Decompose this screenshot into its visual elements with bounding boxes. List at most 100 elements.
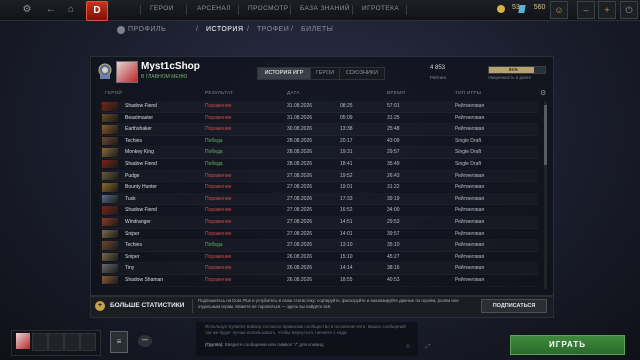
match-time: 13:38 [340,126,353,133]
chat-icon[interactable]: ••• [138,335,152,347]
game-type: Рейтинговая [455,126,485,133]
expand-icon[interactable]: ⤢ [424,343,432,351]
table-row[interactable]: Tiny Поражение 26.08.2026 14:14 38:16 Рейтинг… [100,263,538,275]
chat-message: Используя Systems Кайзер согласно правил… [205,324,406,335]
subnav-history[interactable]: ИСТОРИЯ [206,26,244,33]
match-result: Поражение [205,172,232,179]
hero-name: Earthshaker [125,126,152,133]
table-row[interactable]: Techies Победа 28.08.2026 20:17 43:09 Single … [100,136,538,148]
match-date: 27.08.2026 [287,218,313,225]
match-duration: 31:25 [387,114,400,121]
scrollbar[interactable] [544,101,547,289]
header-duration[interactable]: ВРЕМЯ [387,91,405,96]
header-date[interactable]: ДАТА [287,91,300,96]
match-time: 14:14 [340,265,353,272]
hero-portrait [102,113,118,123]
game-type: Рейтинговая [455,103,485,109]
friends-button[interactable]: ☺ [550,1,568,19]
table-row[interactable]: Tusk Поражение 27.08.2026 17:33 39:19 Рейтинг… [100,194,538,206]
chat-input[interactable]: (Группа): Введите сообщение или символ "… [205,342,323,347]
table-row[interactable]: Shadow Fiend Поражение 31.08.2026 08:25 57:0… [100,101,538,113]
match-result: Победа [205,149,223,156]
match-date: 26.08.2026 [287,253,313,260]
chat-channel: (Группа): [205,342,224,347]
match-time: 14:01 [340,230,353,237]
match-result: Победа [205,160,223,167]
mmr-value: 4 853 [430,65,446,71]
party-slot[interactable] [64,333,80,351]
tab-allies[interactable]: СОЮЗНИКИ [339,67,385,80]
confidence-label: Уверенность в ранге [488,75,532,80]
game-type: Рейтинговая [455,242,485,249]
gear-icon[interactable]: ⚙ [540,89,546,97]
rank-medal-icon [98,63,112,79]
table-row[interactable]: Pudge Поражение 27.08.2026 19:52 26:43 Рейтин… [100,171,538,183]
subnav-separator: / [291,26,294,33]
settings-icon[interactable]: ⚙ [20,3,34,17]
hero-name: Shadow Fiend [125,103,157,109]
table-row[interactable]: Earthshaker Поражение 30.08.2026 13:38 25:48… [100,124,538,136]
tab-match-history[interactable]: ИСТОРИЯ ИГР [257,67,311,80]
party-avatar[interactable] [16,333,30,349]
header-result[interactable]: РЕЗУЛЬТАТ [205,91,233,96]
back-arrow-icon[interactable]: ← [44,3,58,17]
avatar[interactable] [116,61,138,83]
table-row[interactable]: Sniper Поражение 27.08.2026 14:01 39:57 Рейти… [100,229,538,241]
hero-name: Techies [125,242,142,249]
power-button[interactable]: ⏻ [620,1,638,19]
divider [406,5,407,15]
dota-plus-icon: + [95,301,105,311]
party-slot[interactable] [80,333,96,351]
hero-name: Bounty Hunter [125,184,157,191]
scrollbar-thumb[interactable] [544,105,547,165]
game-type: Рейтинговая [455,230,485,237]
subnav-profile[interactable]: ПРОФИЛЬ [128,26,166,33]
nav-heroes[interactable]: ГЕРОИ [150,5,174,12]
match-time: 15:10 [340,253,353,260]
nav-watch[interactable]: ПРОСМОТР [248,5,289,12]
home-icon[interactable]: ⌂ [64,3,78,17]
dota-logo[interactable]: D [86,1,108,21]
match-duration: 39:19 [387,195,400,202]
nav-arsenal[interactable]: АРСЕНАЛ [197,5,231,12]
subnav-trophies[interactable]: ТРОФЕИ [257,26,289,33]
minimize-button[interactable]: – [577,1,595,19]
table-row[interactable]: Monkey King Победа 28.08.2026 19:31 29:57 Sin… [100,147,538,159]
smiley-icon[interactable]: ☺ [404,343,412,351]
tab-heroes[interactable]: ГЕРОИ [310,67,340,80]
table-row[interactable]: Beastmaster Поражение 31.08.2026 05:09 31:25… [100,113,538,125]
banner-text: Подпишитесь на Dota Plus и углубитесь в … [198,298,459,309]
match-time: 14:51 [340,218,353,225]
header-game-type[interactable]: ТИП ИГРЫ [455,91,481,96]
header-hero[interactable]: ГЕРОЙ [105,91,122,96]
table-row[interactable]: Windranger Поражение 27.08.2026 14:51 29:53 Р… [100,217,538,229]
table-row[interactable]: Shadow Fiend Победа 28.08.2026 18:41 35:49 Si… [100,159,538,171]
match-date: 27.08.2026 [287,207,313,214]
table-row[interactable]: Shadow Fiend Поражение 27.08.2026 16:52 34:0… [100,205,538,217]
divider [140,5,141,15]
match-date: 31.08.2026 [287,103,313,109]
hero-portrait [102,125,118,134]
match-result: Поражение [205,184,232,191]
match-duration: 29:53 [387,218,400,225]
nav-learn[interactable]: БАЗА ЗНАНИЙ [300,5,350,12]
dota-plus-button[interactable]: + [598,1,616,19]
nav-arcade[interactable]: ИГРОТЕКА [362,5,399,12]
table-row[interactable]: Shadow Shaman Поражение 26.08.2026 18:55 40:… [100,275,538,287]
party-slot[interactable] [32,333,48,351]
party-slot[interactable] [48,333,64,351]
table-row[interactable]: Sniper Поражение 26.08.2026 15:10 45:27 Рейти… [100,252,538,264]
match-duration: 40:53 [387,276,400,283]
hero-name: Shadow Fiend [125,160,157,167]
chat-placeholder: Введите сообщение или символ "/" для ком… [224,342,324,347]
hero-portrait [102,252,118,262]
rank-badge-icon[interactable]: ≡ [110,331,128,353]
match-duration: 39:57 [387,230,400,237]
table-row[interactable]: Bounty Hunter Поражение 27.08.2026 19:01 31:… [100,182,538,194]
play-button[interactable]: ИГРАТЬ [510,335,625,355]
subnav-tickets[interactable]: БИЛЕТЫ [301,26,333,33]
table-row[interactable]: Techies Победа 27.08.2026 13:10 35:10 Рейтинг… [100,240,538,252]
match-time: 19:01 [340,184,353,191]
hero-portrait [102,136,118,146]
subscribe-button[interactable]: ПОДПИСАТЬСЯ [481,299,547,313]
